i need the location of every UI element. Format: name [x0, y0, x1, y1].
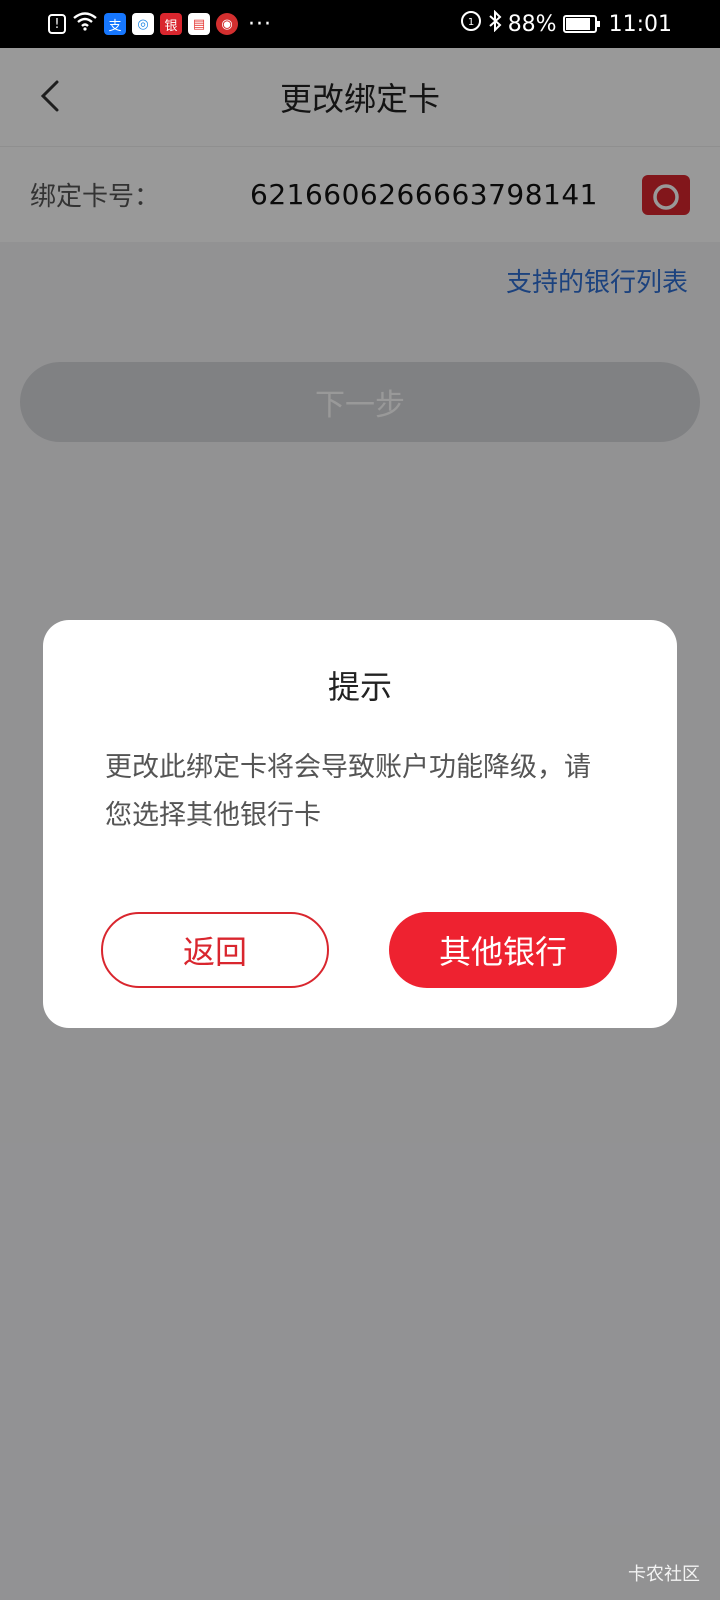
watermark: 卡农社区	[628, 1564, 700, 1585]
alert-icon: !	[48, 14, 66, 34]
return-button[interactable]: 返回	[101, 912, 329, 988]
status-bar-left: ! 支 ◎ 银 ▤ ◉ ···	[48, 11, 272, 37]
dialog-title: 提示	[327, 668, 392, 706]
svg-text:1: 1	[468, 17, 474, 28]
bank-app-icon-1: 银	[160, 13, 182, 35]
prompt-dialog: 提示 更改此绑定卡将会导致账户功能降级，请您选择其他银行卡 返回 其他银行	[43, 620, 677, 1028]
return-button-label: 返回	[182, 933, 247, 971]
status-bar: ! 支 ◎ 银 ▤ ◉ ··· 1 88% 11:01	[0, 0, 720, 48]
dialog-message: 更改此绑定卡将会导致账户功能降级，请您选择其他银行卡	[105, 752, 591, 831]
battery-icon	[562, 15, 600, 33]
battery-percent: 88%	[507, 11, 557, 37]
more-notifications-icon: ···	[248, 11, 272, 37]
wifi-icon	[72, 11, 98, 37]
data-saver-icon: 1	[460, 10, 482, 38]
status-bar-right: 1 88% 11:01	[460, 9, 672, 38]
other-bank-button-label: 其他银行	[438, 933, 567, 971]
other-bank-button[interactable]: 其他银行	[389, 912, 617, 988]
alipay-icon: 支	[104, 13, 126, 35]
bank-app-icon-3: ◉	[216, 13, 238, 35]
browser-icon: ◎	[132, 13, 154, 35]
bank-app-icon-2: ▤	[188, 13, 210, 35]
clock: 11:01	[608, 11, 672, 37]
bluetooth-icon	[488, 9, 502, 38]
